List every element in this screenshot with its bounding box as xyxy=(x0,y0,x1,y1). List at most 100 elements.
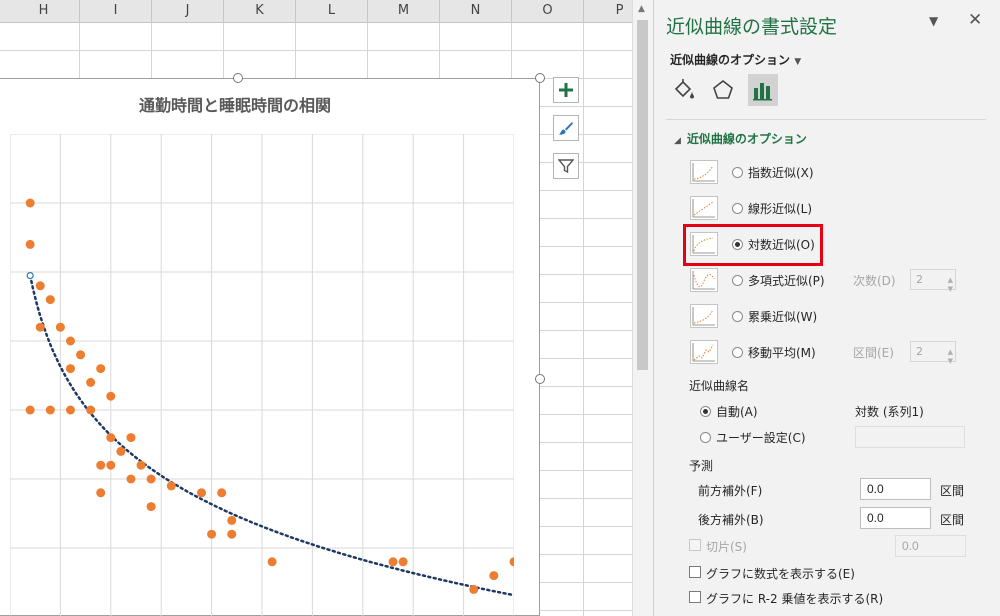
chart-resize-handle-right[interactable] xyxy=(535,374,545,384)
spin-down-icon: ▼ xyxy=(947,285,953,293)
data-point xyxy=(45,295,55,305)
show-r2-checkbox[interactable] xyxy=(689,591,701,603)
radio-name-auto[interactable] xyxy=(700,406,711,417)
column-header-o[interactable]: O xyxy=(512,0,584,22)
label-order: 次数(D) xyxy=(853,274,896,288)
column-header-m[interactable]: M xyxy=(368,0,440,22)
chart-resize-handle-top[interactable] xyxy=(233,73,243,83)
vertical-scrollbar[interactable]: ▲ xyxy=(632,0,654,616)
intercept-checkbox[interactable] xyxy=(689,539,701,551)
data-point xyxy=(55,322,65,332)
column-header-l[interactable]: L xyxy=(296,0,368,22)
highlight-box xyxy=(683,224,823,266)
chart-elements-button[interactable] xyxy=(553,77,579,103)
label-power[interactable]: 累乗近似(W) xyxy=(748,308,817,325)
forecast-heading: 予測 xyxy=(689,459,714,473)
label-name-custom[interactable]: ユーザー設定(C) xyxy=(716,429,806,446)
data-point xyxy=(65,405,75,415)
show-equation-checkbox[interactable] xyxy=(689,566,701,578)
data-point xyxy=(65,364,75,374)
fill-line-icon xyxy=(674,79,694,99)
data-point xyxy=(35,281,45,291)
data-point xyxy=(45,405,55,415)
data-point xyxy=(398,557,408,567)
radio-name-custom[interactable] xyxy=(700,432,711,443)
options-menu[interactable]: 近似曲線のオプション ▼ xyxy=(670,51,801,68)
column-header-n[interactable]: N xyxy=(440,0,512,22)
moving-average-thumbnail-icon xyxy=(690,340,718,364)
section-trendline-options[interactable]: ◢ 近似曲線のオプション xyxy=(674,130,807,147)
linear-thumbnail-icon xyxy=(690,196,718,220)
filter-icon xyxy=(558,159,574,174)
data-point xyxy=(197,488,207,498)
worksheet[interactable]: HIJKLMNOP 通勤時間と睡眠時間の相関 xyxy=(0,0,632,616)
data-point xyxy=(25,239,35,249)
scroll-up-arrow-icon[interactable]: ▲ xyxy=(638,4,645,14)
plot-area[interactable] xyxy=(10,134,514,616)
period-value: 2 xyxy=(916,345,923,358)
label-intercept: 切片(S) xyxy=(706,540,747,554)
data-point xyxy=(126,474,136,484)
data-point xyxy=(388,557,398,567)
plus-icon xyxy=(559,83,573,97)
radio-exponential[interactable] xyxy=(732,167,743,178)
period-spinner: 2 ▲ ▼ xyxy=(910,341,956,365)
radio-linear[interactable] xyxy=(732,203,743,214)
data-point xyxy=(25,198,35,208)
data-point xyxy=(86,377,96,387)
data-point xyxy=(106,433,116,443)
spin-down-icon: ▼ xyxy=(947,357,953,365)
power-thumbnail-icon xyxy=(690,304,718,328)
format-trendline-pane: 近似曲線の書式設定 ▼ ✕ 近似曲線のオプション ▼ ◢ 近似曲線のオプション 指… xyxy=(653,0,1000,616)
custom-name-input[interactable] xyxy=(855,426,965,448)
radio-moving-average[interactable] xyxy=(732,347,743,358)
data-point xyxy=(76,350,86,360)
radio-polynomial[interactable] xyxy=(732,275,743,286)
data-point xyxy=(86,405,96,415)
collapse-triangle-icon: ◢ xyxy=(674,136,681,146)
brush-icon xyxy=(559,122,573,135)
scrollbar-thumb[interactable] xyxy=(637,20,648,370)
close-icon[interactable]: ✕ xyxy=(968,10,982,30)
data-point xyxy=(207,529,217,539)
label-show-equation[interactable]: グラフに数式を表示する(E) xyxy=(706,565,855,582)
chart-filters-button[interactable] xyxy=(553,153,579,179)
data-point xyxy=(217,488,227,498)
column-header-k[interactable]: K xyxy=(224,0,296,22)
label-backward: 後方補外(B) xyxy=(698,513,764,527)
data-point xyxy=(65,336,75,346)
data-point xyxy=(116,446,126,456)
label-linear[interactable]: 線形近似(L) xyxy=(748,200,812,217)
backward-input[interactable]: 0.0 xyxy=(860,507,931,529)
data-point xyxy=(96,460,106,470)
label-polynomial[interactable]: 多項式近似(P) xyxy=(748,272,825,289)
tab-effects[interactable] xyxy=(708,74,738,106)
exponential-thumbnail-icon xyxy=(690,160,718,184)
chart-styles-button[interactable] xyxy=(553,115,579,141)
forward-input[interactable]: 0.0 xyxy=(860,478,931,500)
label-show-r2[interactable]: グラフに R-2 乗値を表示する(R) xyxy=(706,590,883,607)
column-header-p[interactable]: P xyxy=(584,0,632,22)
label-moving-average[interactable]: 移動平均(M) xyxy=(748,344,816,361)
data-point xyxy=(489,571,499,581)
column-header-j[interactable]: J xyxy=(152,0,224,22)
pane-title: 近似曲線の書式設定 xyxy=(666,16,838,38)
data-point xyxy=(166,481,176,491)
tab-trendline-options[interactable] xyxy=(748,74,778,106)
label-exponential[interactable]: 指数近似(X) xyxy=(748,164,814,181)
intercept-input: 0.0 xyxy=(895,535,966,557)
label-name-auto[interactable]: 自動(A) xyxy=(716,403,758,420)
chart-area[interactable]: 通勤時間と睡眠時間の相関 xyxy=(0,78,540,616)
data-point xyxy=(469,584,479,594)
column-header-i[interactable]: I xyxy=(80,0,152,22)
label-forward: 前方補外(F) xyxy=(698,484,763,498)
tab-fill-line[interactable] xyxy=(669,74,699,106)
column-header-h[interactable]: H xyxy=(8,0,80,22)
chart-title[interactable]: 通勤時間と睡眠時間の相関 xyxy=(0,92,470,116)
pane-options-dropdown-icon[interactable]: ▼ xyxy=(929,14,938,28)
polynomial-thumbnail-icon xyxy=(690,268,718,292)
chart-resize-handle-top-right[interactable] xyxy=(535,73,545,83)
trendline xyxy=(28,274,514,597)
radio-power[interactable] xyxy=(732,311,743,322)
data-point xyxy=(96,488,106,498)
